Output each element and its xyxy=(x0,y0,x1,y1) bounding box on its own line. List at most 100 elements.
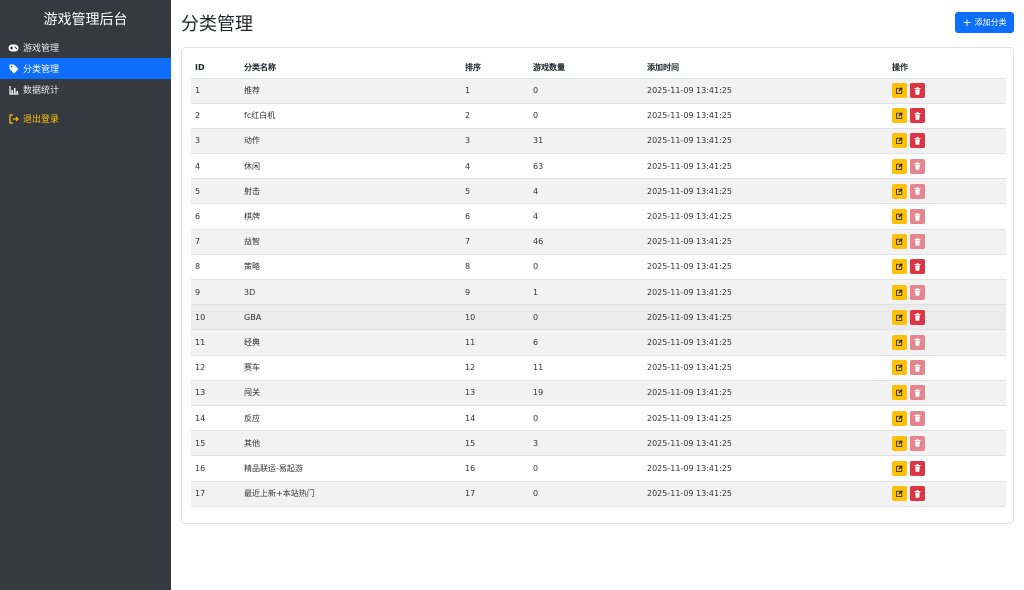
delete-button[interactable] xyxy=(910,259,925,275)
cell-sort: 8 xyxy=(461,254,529,281)
edit-icon xyxy=(896,163,903,170)
delete-button[interactable] xyxy=(910,83,925,99)
table-row: 5 射击 5 4 2025-11-09 13:41:25 xyxy=(191,178,1006,205)
cell-sort: 13 xyxy=(461,380,529,406)
trash-icon xyxy=(914,414,921,422)
logout-link[interactable]: 退出登录 xyxy=(0,108,171,129)
edit-button[interactable] xyxy=(892,158,907,174)
edit-button[interactable] xyxy=(892,133,907,149)
cell-name: 其他 xyxy=(240,430,461,457)
delete-button[interactable] xyxy=(910,209,925,225)
trash-icon xyxy=(914,212,921,221)
cell-id: 14 xyxy=(191,405,240,432)
edit-button[interactable] xyxy=(892,360,907,376)
cell-count: 0 xyxy=(529,103,643,129)
delete-button[interactable] xyxy=(910,108,925,124)
cell-actions xyxy=(888,178,1006,205)
trash-icon xyxy=(914,263,921,271)
cell-id: 10 xyxy=(191,304,240,331)
cell-id: 13 xyxy=(191,380,240,406)
header-count: 游戏数量 xyxy=(529,57,643,79)
bar-chart-icon xyxy=(8,84,19,95)
cell-id: 12 xyxy=(191,355,240,381)
edit-button[interactable] xyxy=(892,183,907,199)
edit-icon xyxy=(896,465,903,472)
edit-button[interactable] xyxy=(892,435,907,451)
cell-id: 4 xyxy=(191,153,240,180)
sidebar-item-games[interactable]: 游戏管理 xyxy=(0,37,171,58)
edit-button[interactable] xyxy=(892,309,907,325)
delete-button[interactable] xyxy=(910,460,925,476)
table-row: 7 益智 7 46 2025-11-09 13:41:25 xyxy=(191,229,1006,255)
cell-count: 0 xyxy=(529,481,643,507)
cell-sort: 1 xyxy=(461,78,529,104)
cell-count: 63 xyxy=(529,153,643,180)
edit-button[interactable] xyxy=(892,334,907,350)
cell-count: 46 xyxy=(529,229,643,255)
delete-button[interactable] xyxy=(910,334,925,350)
main-content: 分类管理 + 添加分类 ID 分类名称 排序 游戏数量 添加时间 操作 1 推荐 1… xyxy=(171,0,1024,590)
add-category-button[interactable]: + 添加分类 xyxy=(955,12,1014,33)
trash-icon xyxy=(914,338,921,347)
row-actions xyxy=(892,486,1006,502)
delete-button[interactable] xyxy=(910,158,925,174)
row-actions xyxy=(892,410,1006,426)
cell-id: 5 xyxy=(191,178,240,205)
edit-icon xyxy=(896,364,903,372)
edit-button[interactable] xyxy=(892,284,907,300)
cell-id: 2 xyxy=(191,103,240,129)
table-row: 2 fc红白机 2 0 2025-11-09 13:41:25 xyxy=(191,103,1006,129)
delete-button[interactable] xyxy=(910,385,925,401)
edit-icon xyxy=(896,87,903,94)
edit-button[interactable] xyxy=(892,108,907,124)
delete-button[interactable] xyxy=(910,360,925,376)
cell-time: 2025-11-09 13:41:25 xyxy=(643,355,888,381)
header-time: 添加时间 xyxy=(643,57,888,79)
edit-button[interactable] xyxy=(892,209,907,225)
tag-icon xyxy=(8,63,19,74)
table-row: 13 闯关 13 19 2025-11-09 13:41:25 xyxy=(191,380,1006,406)
table-row: 11 经典 11 6 2025-11-09 13:41:25 xyxy=(191,329,1006,356)
add-category-label: 添加分类 xyxy=(974,18,1007,27)
table-row: 4 休闲 4 63 2025-11-09 13:41:25 xyxy=(191,153,1006,180)
delete-button[interactable] xyxy=(910,410,925,426)
cell-actions xyxy=(888,153,1006,180)
sidebar-title: 游戏管理后台 xyxy=(43,12,128,28)
cell-count: 0 xyxy=(529,304,643,331)
cell-actions xyxy=(888,481,1006,507)
edit-icon xyxy=(896,490,903,497)
row-actions xyxy=(892,83,1006,99)
delete-button[interactable] xyxy=(910,234,925,250)
sidebar-item-stats[interactable]: 数据统计 xyxy=(0,79,171,100)
trash-icon xyxy=(914,111,921,120)
cell-sort: 5 xyxy=(461,178,529,205)
edit-button[interactable] xyxy=(892,234,907,250)
delete-button[interactable] xyxy=(910,435,925,451)
cell-actions xyxy=(888,455,1006,482)
edit-icon xyxy=(896,440,903,447)
header-name: 分类名称 xyxy=(240,57,461,79)
delete-button[interactable] xyxy=(910,183,925,199)
delete-button[interactable] xyxy=(910,133,925,149)
cell-name: 策略 xyxy=(240,254,461,281)
cell-name: 最近上新+本站热门 xyxy=(240,481,461,507)
plus-icon: + xyxy=(962,16,972,29)
sidebar-item-categories[interactable]: 分类管理 xyxy=(0,58,171,79)
row-actions xyxy=(892,309,1006,325)
edit-button[interactable] xyxy=(892,410,907,426)
delete-button[interactable] xyxy=(910,486,925,502)
edit-button[interactable] xyxy=(892,460,907,476)
logout-icon xyxy=(8,113,19,124)
edit-button[interactable] xyxy=(892,259,907,275)
delete-button[interactable] xyxy=(910,284,925,300)
edit-button[interactable] xyxy=(892,486,907,502)
edit-button[interactable] xyxy=(892,83,907,99)
trash-icon xyxy=(914,363,921,372)
cell-actions xyxy=(888,380,1006,406)
cell-time: 2025-11-09 13:41:25 xyxy=(643,203,888,230)
cell-count: 0 xyxy=(529,405,643,432)
delete-button[interactable] xyxy=(910,309,925,325)
edit-button[interactable] xyxy=(892,385,907,401)
cell-count: 11 xyxy=(529,355,643,381)
cell-time: 2025-11-09 13:41:25 xyxy=(643,304,888,331)
